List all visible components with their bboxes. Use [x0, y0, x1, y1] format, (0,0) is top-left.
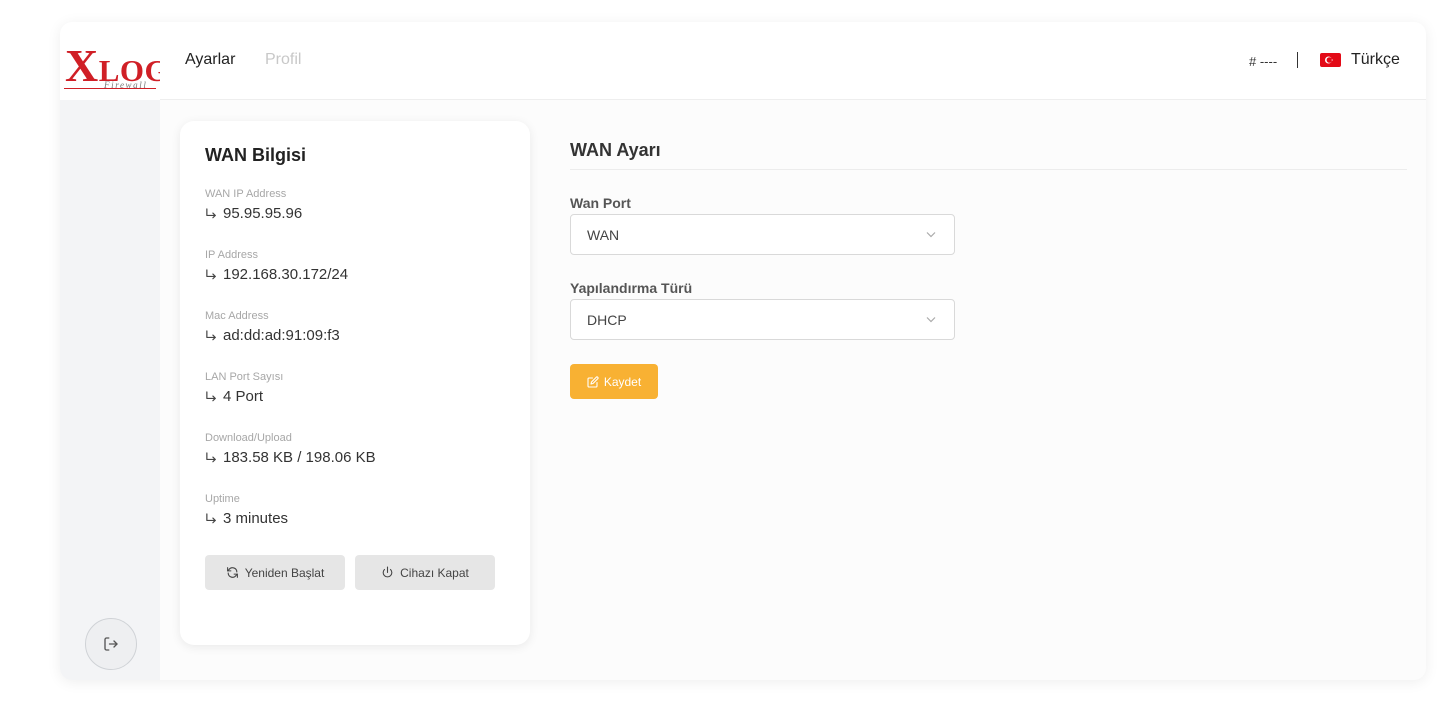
info-item-ip: IP Address 192.168.30.172/24: [205, 249, 348, 283]
info-value-row: 95.95.95.96: [205, 206, 302, 222]
info-label: IP Address: [205, 249, 258, 261]
sidebar: XLOG Firewall: [60, 22, 169, 680]
wan-port-value: WAN: [587, 227, 620, 243]
return-arrow-icon: [206, 268, 216, 279]
wan-port-select[interactable]: WAN: [570, 214, 955, 255]
info-value-row: 4 Port: [205, 389, 283, 405]
settings-divider: [570, 169, 1407, 170]
shutdown-button[interactable]: Cihazı Kapat: [355, 555, 495, 590]
wan-settings-title: WAN Ayarı: [570, 140, 661, 160]
info-label: WAN IP Address: [205, 188, 287, 200]
wan-info-title: WAN Bilgisi: [205, 145, 307, 165]
info-label: Download/Upload: [205, 432, 292, 444]
info-label: Uptime: [205, 493, 240, 505]
config-type-value: DHCP: [587, 312, 627, 328]
language-selector[interactable]: Türkçe: [1320, 51, 1400, 69]
info-value-row: ad:dd:ad:91:09:f3: [205, 328, 340, 344]
chevron-down-icon: [926, 317, 936, 323]
info-value-row: 183.58 KB / 198.06 KB: [205, 450, 376, 466]
tab-ayarlar[interactable]: Ayarlar: [185, 51, 235, 69]
logo[interactable]: XLOG Firewall: [60, 22, 169, 100]
config-type-select[interactable]: DHCP: [570, 299, 955, 340]
info-value: 3 minutes: [223, 510, 289, 527]
info-label: LAN Port Sayısı: [205, 371, 284, 383]
restart-button[interactable]: Yeniden Başlat: [205, 555, 345, 590]
info-value: 183.58 KB / 198.06 KB: [223, 449, 376, 466]
language-label: Türkçe: [1351, 51, 1400, 68]
info-value-row: 192.168.30.172/24: [205, 267, 348, 283]
logo-subtitle: Firewall: [104, 80, 148, 90]
refresh-icon: [226, 567, 238, 578]
save-button[interactable]: Kaydet: [570, 364, 658, 399]
return-arrow-icon: [206, 329, 216, 340]
return-arrow-icon: [206, 390, 216, 401]
info-value-row: 3 minutes: [205, 511, 288, 527]
tab-profil[interactable]: Profil: [265, 51, 301, 69]
info-value: ad:dd:ad:91:09:f3: [223, 327, 340, 344]
info-label: Mac Address: [205, 310, 269, 322]
shutdown-label: Cihazı Kapat: [400, 565, 469, 580]
info-value: 192.168.30.172/24: [223, 266, 349, 283]
return-arrow-icon: [206, 451, 216, 462]
wan-info-card: WAN Bilgisi WAN IP Address 95.95.95.96 I…: [180, 121, 530, 645]
info-item-lan-ports: LAN Port Sayısı 4 Port: [205, 371, 283, 405]
return-arrow-icon: [206, 207, 216, 218]
power-icon: [382, 566, 393, 578]
info-item-wan-ip: WAN IP Address 95.95.95.96: [205, 188, 302, 222]
info-value: 95.95.95.96: [223, 205, 303, 222]
top-bar: Ayarlar Profil # ---- Türkçe: [160, 22, 1426, 100]
return-arrow-icon: [206, 512, 216, 523]
device-id: # ----: [1249, 54, 1278, 69]
info-item-uptime: Uptime 3 minutes: [205, 493, 288, 527]
edit-icon: [587, 375, 599, 388]
info-item-traffic: Download/Upload 183.58 KB / 198.06 KB: [205, 432, 376, 466]
chevron-down-icon: [926, 232, 936, 238]
info-item-mac: Mac Address ad:dd:ad:91:09:f3: [205, 310, 340, 344]
turkey-flag-icon: [1320, 53, 1341, 67]
info-value: 4 Port: [223, 388, 264, 405]
wan-settings-panel: WAN Ayarı Wan Port WAN Yapılandırma Türü…: [570, 140, 1407, 399]
config-type-label: Yapılandırma Türü: [570, 280, 693, 296]
logout-button[interactable]: [85, 618, 137, 670]
app-window: XLOG Firewall Ayarlar Profil # ---- Türk…: [60, 22, 1426, 680]
logout-icon: [104, 637, 118, 651]
header-divider: [1297, 52, 1298, 68]
wan-port-label: Wan Port: [570, 195, 631, 211]
restart-label: Yeniden Başlat: [244, 565, 325, 580]
save-label: Kaydet: [603, 374, 642, 389]
